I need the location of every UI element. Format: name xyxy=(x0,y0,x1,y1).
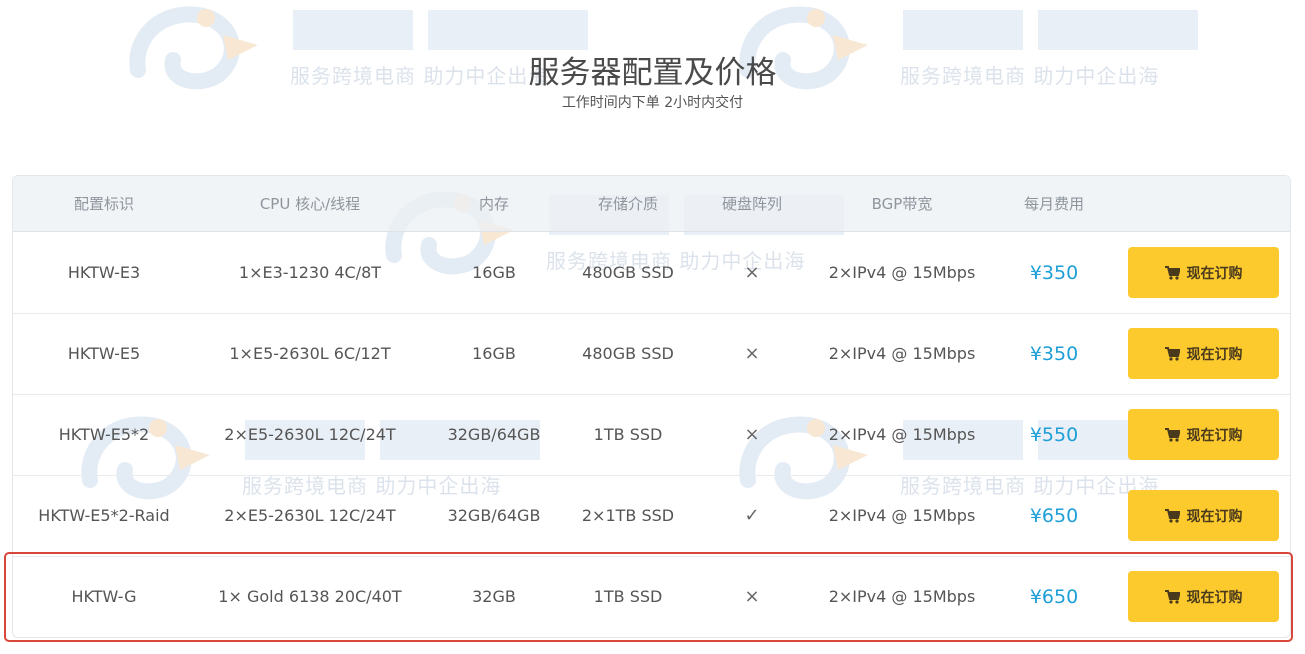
storage-spec: 2×1TB SSD xyxy=(581,506,675,525)
cpu-spec: 1×E3-1230 4C/8T xyxy=(238,263,382,282)
memory-spec: 32GB xyxy=(472,587,516,606)
bandwidth-spec: 2×IPv4 @ 15Mbps xyxy=(828,425,976,444)
order-button-label: 现在订购 xyxy=(1186,427,1243,444)
raid-status: × xyxy=(744,262,760,283)
cpu-spec: 1× Gold 6138 20C/40T xyxy=(218,587,402,606)
storage-spec: 1TB SSD xyxy=(593,425,663,444)
cpu-spec: 2×E5-2630L 12C/24T xyxy=(224,425,396,444)
config-id: HKTW-G xyxy=(71,587,137,606)
pricing-table: 配置标识 CPU 核心/线程 内存 存储介质 硬盘阵列 BGP带宽 每月费用 H… xyxy=(12,175,1291,638)
cpu-spec: 1×E5-2630L 6C/12T xyxy=(229,344,391,363)
order-button[interactable]: 现在订购 xyxy=(1128,571,1279,622)
order-cell: 现在订购 xyxy=(1115,556,1292,637)
monthly-price: ¥350 xyxy=(1029,342,1079,365)
order-button[interactable]: 现在订购 xyxy=(1128,247,1279,298)
bandwidth-spec: 2×IPv4 @ 15Mbps xyxy=(828,587,976,606)
column-header-cpu: CPU 核心/线程 xyxy=(259,195,361,213)
cpu-spec: 2×E5-2630L 12C/24T xyxy=(224,506,396,525)
order-button[interactable]: 现在订购 xyxy=(1128,328,1279,379)
column-header-memory: 内存 xyxy=(478,195,509,213)
storage-spec: 1TB SSD xyxy=(593,587,663,606)
order-button[interactable]: 现在订购 xyxy=(1128,490,1279,541)
raid-status: × xyxy=(744,586,760,607)
cart-icon xyxy=(1164,427,1180,442)
raid-status: × xyxy=(744,343,760,364)
monthly-price: ¥550 xyxy=(1029,423,1079,446)
table-header: 配置标识 CPU 核心/线程 内存 存储介质 硬盘阵列 BGP带宽 每月费用 xyxy=(13,176,1290,232)
memory-spec: 16GB xyxy=(472,344,516,363)
config-id: HKTW-E3 xyxy=(67,263,141,282)
raid-status: ✓ xyxy=(744,505,760,526)
cart-icon xyxy=(1164,589,1180,604)
column-header-price: 每月费用 xyxy=(1023,195,1084,213)
memory-spec: 32GB/64GB xyxy=(447,425,541,444)
memory-spec: 16GB xyxy=(472,263,516,282)
column-header-id: 配置标识 xyxy=(73,195,134,213)
monthly-price: ¥350 xyxy=(1029,261,1079,284)
order-cell: 现在订购 xyxy=(1115,475,1292,556)
order-cell: 现在订购 xyxy=(1115,394,1292,475)
order-button[interactable]: 现在订购 xyxy=(1128,409,1279,460)
bandwidth-spec: 2×IPv4 @ 15Mbps xyxy=(828,263,976,282)
column-header-storage: 存储介质 xyxy=(597,195,658,213)
storage-spec: 480GB SSD xyxy=(582,344,674,363)
order-button-label: 现在订购 xyxy=(1186,265,1243,282)
table-row: HKTW-E3 1×E3-1230 4C/8T 16GB 480GB SSD ×… xyxy=(13,232,1290,314)
column-header-bandwidth: BGP带宽 xyxy=(871,195,933,213)
config-id: HKTW-E5*2 xyxy=(58,425,150,444)
table-row: HKTW-E5 1×E5-2630L 6C/12T 16GB 480GB SSD… xyxy=(13,313,1290,395)
bandwidth-spec: 2×IPv4 @ 15Mbps xyxy=(828,344,976,363)
config-id: HKTW-E5 xyxy=(67,344,141,363)
column-header-action xyxy=(1115,176,1292,231)
cart-icon xyxy=(1164,346,1180,361)
memory-spec: 32GB/64GB xyxy=(447,506,541,525)
cart-icon xyxy=(1164,265,1180,280)
order-button-label: 现在订购 xyxy=(1186,589,1243,606)
order-cell: 现在订购 xyxy=(1115,313,1292,394)
monthly-price: ¥650 xyxy=(1029,585,1079,608)
page-title: 服务器配置及价格 xyxy=(528,54,777,91)
bandwidth-spec: 2×IPv4 @ 15Mbps xyxy=(828,506,976,525)
cart-icon xyxy=(1164,508,1180,523)
column-header-raid: 硬盘阵列 xyxy=(721,195,782,213)
page-subtitle: 工作时间内下单 2小时内交付 xyxy=(561,95,744,111)
table-row: HKTW-G 1× Gold 6138 20C/40T 32GB 1TB SSD… xyxy=(13,556,1290,637)
config-id: HKTW-E5*2-Raid xyxy=(38,506,170,525)
order-button-label: 现在订购 xyxy=(1186,346,1243,363)
monthly-price: ¥650 xyxy=(1029,504,1079,527)
order-button-label: 现在订购 xyxy=(1186,508,1243,525)
table-row: HKTW-E5*2 2×E5-2630L 12C/24T 32GB/64GB 1… xyxy=(13,394,1290,476)
storage-spec: 480GB SSD xyxy=(582,263,674,282)
table-row: HKTW-E5*2-Raid 2×E5-2630L 12C/24T 32GB/6… xyxy=(13,475,1290,557)
raid-status: × xyxy=(744,424,760,445)
order-cell: 现在订购 xyxy=(1115,232,1292,313)
